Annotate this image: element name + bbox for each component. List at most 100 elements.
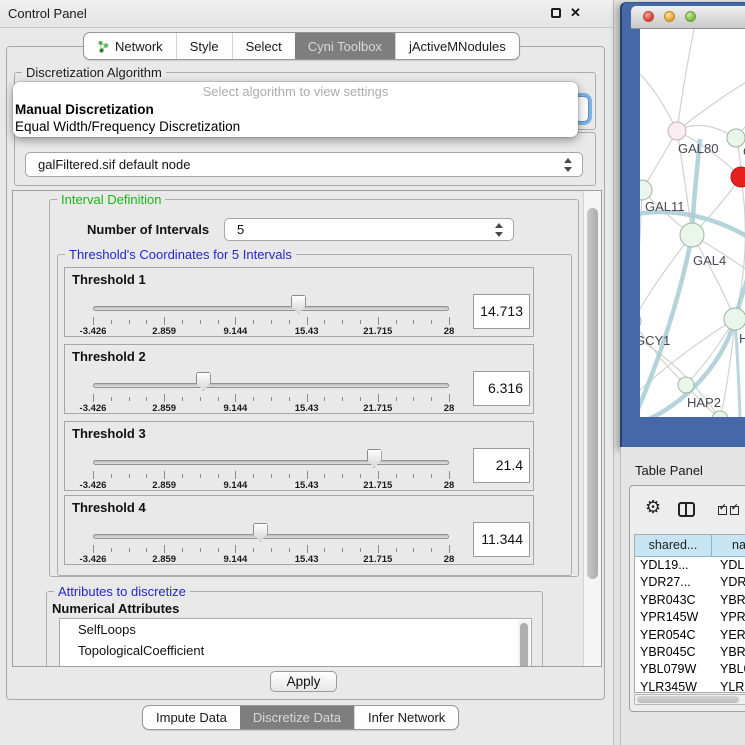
attributes-scrollbar[interactable]	[518, 620, 530, 667]
slider-tick-label: 28	[444, 403, 455, 414]
network-edge	[677, 29, 695, 131]
scrollbar-thumb[interactable]	[587, 208, 598, 579]
table-row[interactable]: YPR145WYPR1	[635, 609, 745, 626]
slider-tick	[271, 320, 272, 324]
node-attribute-table[interactable]: shared... na YDL19...YDL1YDR27...YDR2YBR…	[634, 534, 745, 693]
dropdown-option-equal-width-frequency[interactable]: Equal Width/Frequency Discretization	[13, 118, 578, 135]
zoom-traffic-light-icon[interactable]	[685, 11, 696, 22]
tab-label: Style	[190, 39, 219, 54]
tab-select[interactable]: Select	[232, 33, 295, 59]
scrollbar-thumb[interactable]	[637, 696, 739, 703]
numerical-attributes-list[interactable]: SelfLoopsTopologicalCoefficientBetweenne…	[59, 618, 532, 667]
table-data-group: Table Data galFiltered.sif default node	[14, 132, 596, 186]
network-node[interactable]	[678, 377, 694, 393]
threshold-slider-thumb[interactable]	[253, 523, 268, 542]
tab-discretize-data[interactable]: Discretize Data	[240, 706, 354, 729]
table-data-select[interactable]: galFiltered.sif default node	[25, 152, 583, 177]
dropdown-option-manual-discretization[interactable]: Manual Discretization	[13, 101, 578, 118]
slider-tick	[360, 474, 361, 478]
slider-tick	[413, 320, 414, 324]
tab-network[interactable]: Network	[84, 33, 176, 59]
attribute-item[interactable]: TopologicalCoefficient	[60, 640, 531, 661]
slider-tick	[360, 548, 361, 552]
screen: Control Panel ✕ Network Style Select Cyn…	[0, 0, 745, 745]
slider-tick	[235, 545, 236, 553]
slider-tick	[307, 545, 308, 553]
threshold-slider-thumb[interactable]	[196, 372, 211, 391]
close-icon[interactable]: ✕	[570, 5, 581, 21]
threshold-slider-thumb[interactable]	[367, 449, 382, 468]
table-cell: YDR27...	[635, 574, 712, 591]
number-of-intervals-value: 5	[237, 219, 244, 240]
slider-tick	[342, 397, 343, 401]
table-row[interactable]: YBL079WYBL0	[635, 661, 745, 678]
tab-infer-network[interactable]: Infer Network	[354, 706, 458, 729]
columns-icon[interactable]	[678, 502, 695, 517]
slider-tick	[146, 474, 147, 478]
threshold-slider-track[interactable]	[93, 534, 449, 539]
tab-cyni-toolbox[interactable]: Cyni Toolbox	[295, 33, 395, 59]
slider-tick	[146, 397, 147, 401]
table-row[interactable]: YBR045CYBR0	[635, 644, 745, 661]
checkbox-icon[interactable]	[730, 506, 739, 515]
table-cell: YER054C	[635, 627, 712, 644]
threshold-slider-track[interactable]	[93, 460, 449, 465]
apply-button[interactable]: Apply	[270, 671, 337, 692]
slider-tick	[218, 397, 219, 401]
slider-tick	[111, 320, 112, 324]
table-row[interactable]: YER054CYER0	[635, 627, 745, 644]
slider-tick	[129, 548, 130, 552]
slider-tick	[235, 317, 236, 325]
column-header-name[interactable]: na	[712, 535, 745, 556]
table-row[interactable]: YDL19...YDL1	[635, 557, 745, 574]
table-cell: YBL0	[712, 661, 745, 678]
number-of-intervals-select[interactable]: 5	[224, 218, 514, 241]
attribute-item[interactable]: BetweennessCentrality	[60, 661, 531, 667]
slider-tick-label: -3.426	[80, 554, 107, 565]
tab-jactivemnodules[interactable]: jActiveMNodules	[395, 33, 519, 59]
scrollbar-thumb[interactable]	[520, 623, 528, 667]
slider-tick	[307, 317, 308, 325]
slider-tick	[146, 320, 147, 324]
network-canvas[interactable]: GAL80GCGAL11GAL4GCY1HHAP2	[640, 29, 745, 417]
network-node[interactable]	[668, 122, 686, 140]
minimize-traffic-light-icon[interactable]	[664, 11, 675, 22]
float-panel-icon[interactable]	[551, 8, 561, 18]
table-row[interactable]: YBR043CYBR0	[635, 592, 745, 609]
table-row[interactable]: YDR27...YDR2	[635, 574, 745, 591]
slider-tick	[431, 320, 432, 324]
column-header-shared-name[interactable]: shared...	[635, 535, 712, 556]
network-node-label: GCY1	[640, 333, 670, 348]
table-cell: YPR145W	[635, 609, 712, 626]
attribute-item[interactable]: SelfLoops	[60, 619, 531, 640]
close-traffic-light-icon[interactable]	[643, 11, 654, 22]
slider-tick	[93, 317, 94, 325]
table-row[interactable]: YLR345WYLR3	[635, 679, 745, 693]
tab-style[interactable]: Style	[176, 33, 232, 59]
slider-tick-label: 9.144	[224, 403, 248, 414]
threshold-slider-thumb[interactable]	[291, 295, 306, 314]
group-title: Interval Definition	[57, 192, 165, 207]
threshold-slider-track[interactable]	[93, 306, 449, 311]
slider-tick	[449, 394, 450, 402]
network-node[interactable]	[640, 313, 641, 329]
threshold-value-field[interactable]: 11.344	[473, 522, 530, 557]
threshold-slider-track[interactable]	[93, 383, 449, 388]
tab-impute-data[interactable]: Impute Data	[143, 706, 240, 729]
table-panel-title: Table Panel	[635, 463, 703, 478]
network-edge	[640, 190, 642, 321]
threshold-value-field[interactable]: 21.4	[473, 448, 530, 483]
table-horizontal-scrollbar[interactable]	[634, 694, 745, 705]
gear-icon[interactable]: ⚙	[645, 498, 661, 516]
network-node[interactable]	[680, 223, 704, 247]
settings-vertical-scrollbar[interactable]	[583, 191, 601, 666]
network-node[interactable]	[724, 308, 745, 330]
slider-tick	[253, 320, 254, 324]
threshold-value-field[interactable]: 6.316	[473, 371, 530, 406]
checkbox-icon[interactable]	[718, 506, 727, 515]
network-node[interactable]	[640, 180, 652, 200]
group-title: Threshold's Coordinates for 5 Intervals	[65, 247, 296, 262]
slider-tick	[324, 548, 325, 552]
table-cell: YDR2	[712, 574, 745, 591]
threshold-value-field[interactable]: 14.713	[473, 294, 530, 329]
